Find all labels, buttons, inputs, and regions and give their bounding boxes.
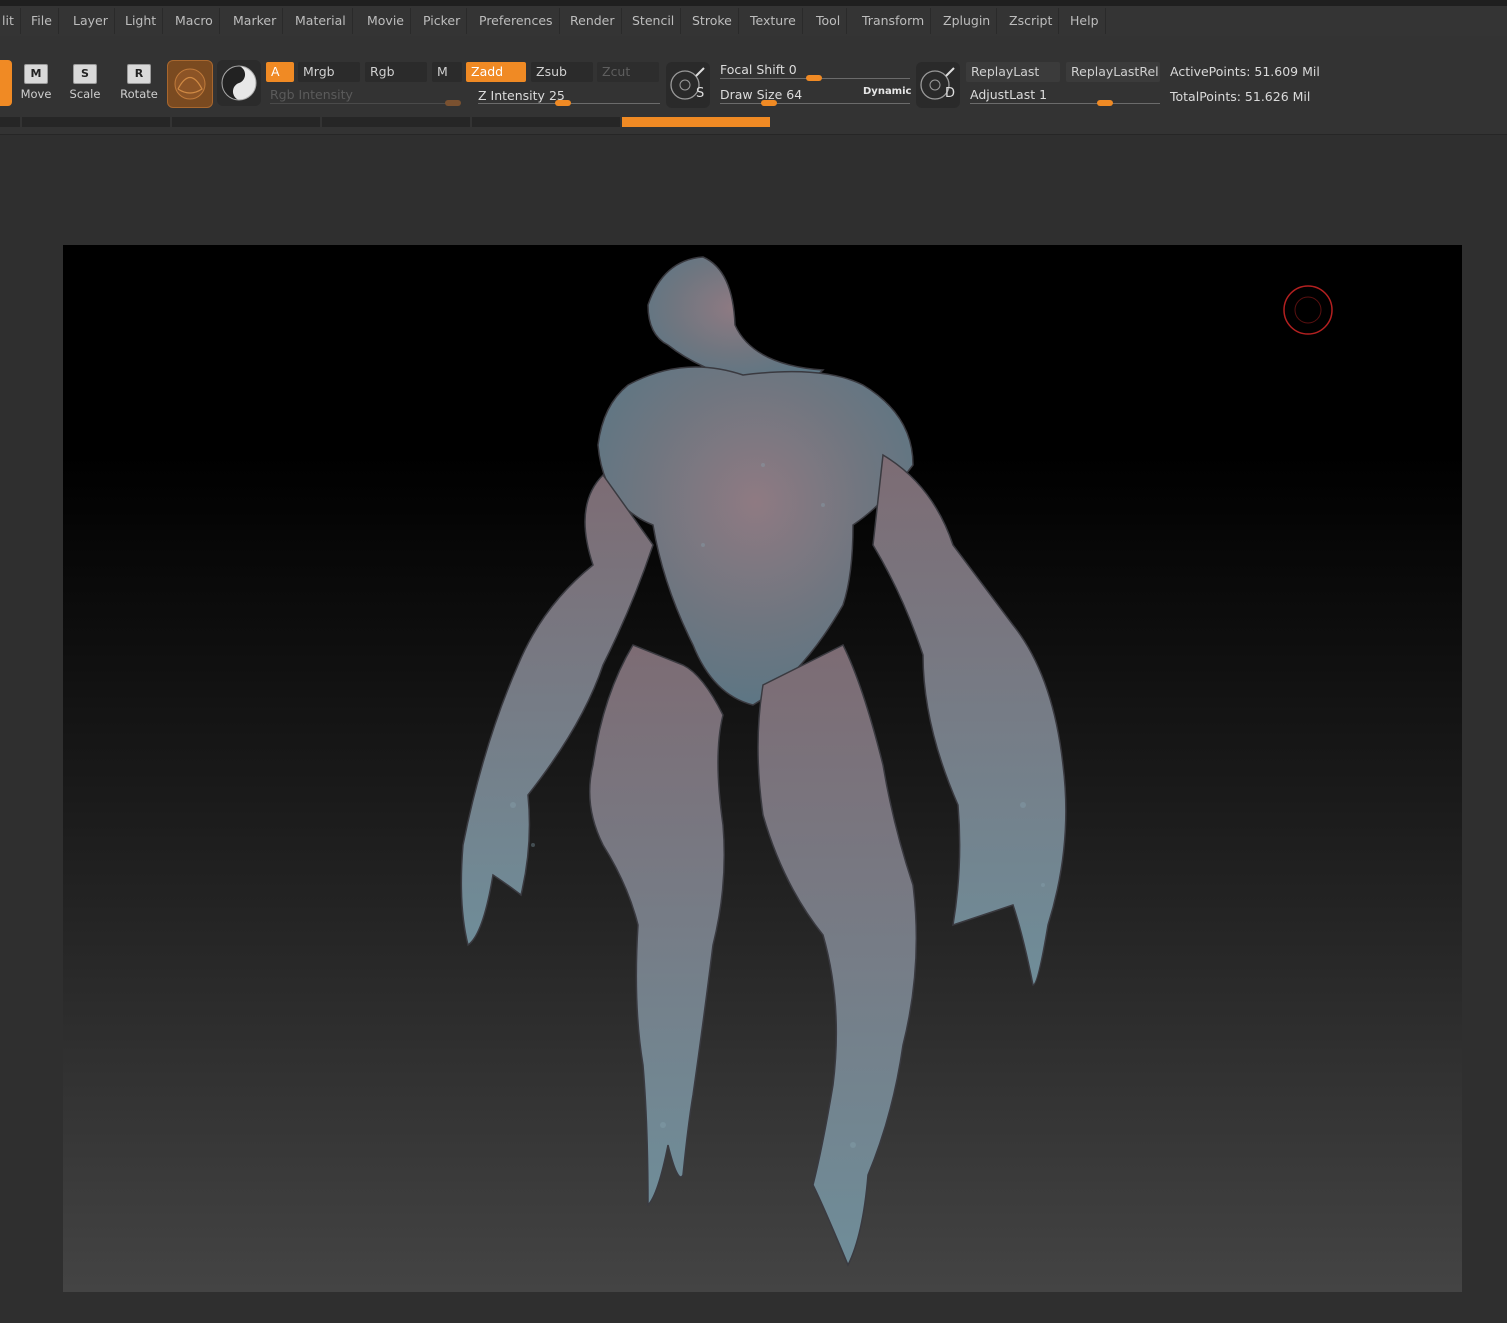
tray-segment[interactable]: [22, 117, 170, 127]
tray-segment[interactable]: [322, 117, 470, 127]
replay-last-button[interactable]: ReplayLast: [966, 62, 1060, 82]
sculpt-model: [460, 256, 1333, 1267]
menu-stencil[interactable]: Stencil: [626, 8, 682, 34]
brush-sphere-icon: [221, 65, 257, 101]
m-toggle[interactable]: M: [432, 62, 462, 82]
material-button[interactable]: [167, 60, 213, 108]
menu-tool[interactable]: Tool: [810, 8, 848, 34]
stroke-d-letter: D: [945, 86, 956, 101]
move-button[interactable]: M Move: [14, 60, 58, 106]
rgb-intensity-label: Rgb Intensity: [270, 87, 353, 102]
document-canvas[interactable]: [63, 245, 1462, 1292]
menu-light[interactable]: Light: [119, 8, 164, 34]
rgb-intensity-knob[interactable]: [445, 100, 461, 106]
menu-help[interactable]: Help: [1064, 8, 1106, 34]
focal-shift-label: Focal Shift 0: [720, 62, 797, 77]
menu-movie[interactable]: Movie: [361, 8, 411, 34]
menu-zplugin[interactable]: Zplugin: [937, 8, 998, 34]
draw-size-track[interactable]: [720, 103, 910, 104]
menu-preferences[interactable]: Preferences: [473, 8, 560, 34]
lazy-mouse-d-button[interactable]: D: [916, 62, 960, 108]
tray-segment[interactable]: [0, 117, 20, 127]
menu-file[interactable]: File: [25, 8, 59, 34]
adjust-last-label: AdjustLast 1: [970, 87, 1048, 102]
menu-render[interactable]: Render: [564, 8, 622, 34]
brush-cursor-icon: [1283, 285, 1333, 335]
adjust-last-value: 1: [1039, 87, 1048, 102]
menu-zscript[interactable]: Zscript: [1003, 8, 1060, 34]
rotate-label: Rotate: [120, 87, 158, 101]
adjust-last-knob[interactable]: [1097, 100, 1113, 106]
mrgb-toggle[interactable]: Mrgb: [298, 62, 360, 82]
tray-segment-active[interactable]: [622, 117, 770, 127]
draw-size-value: 64: [786, 87, 803, 102]
adjust-last-track[interactable]: [970, 103, 1160, 104]
z-intensity-label: Z Intensity 25: [478, 88, 565, 103]
draw-mode-button[interactable]: [0, 60, 12, 106]
material-sphere-icon: [174, 68, 206, 100]
dynamic-toggle[interactable]: Dynamic: [863, 86, 911, 97]
zsub-toggle[interactable]: Zsub: [531, 62, 593, 82]
move-icon: M: [24, 64, 48, 84]
total-points-readout: TotalPoints: 51.626 Mil: [1170, 89, 1311, 104]
zcut-toggle[interactable]: Zcut: [597, 62, 659, 82]
focal-shift-knob[interactable]: [806, 75, 822, 81]
rotate-button[interactable]: R Rotate: [117, 60, 161, 106]
tray-segment[interactable]: [472, 117, 620, 127]
lazy-mouse-s-button[interactable]: S: [666, 62, 710, 108]
scale-icon: S: [73, 64, 97, 84]
z-intensity-knob[interactable]: [555, 100, 571, 106]
menu-macro[interactable]: Macro: [169, 8, 220, 34]
scale-button[interactable]: S Scale: [63, 60, 107, 106]
rotate-icon: R: [127, 64, 151, 84]
move-label: Move: [20, 87, 52, 101]
focal-shift-value: 0: [788, 62, 797, 77]
menu-layer[interactable]: Layer: [67, 8, 115, 34]
menu-transform[interactable]: Transform: [856, 8, 932, 34]
active-points-readout: ActivePoints: 51.609 Mil: [1170, 64, 1320, 79]
draw-size-knob[interactable]: [761, 100, 777, 106]
menu-material[interactable]: Material: [289, 8, 353, 34]
tray-segment[interactable]: [172, 117, 320, 127]
a-toggle[interactable]: A: [266, 62, 294, 82]
rgb-intensity-track[interactable]: [270, 103, 460, 104]
replay-last-rel-button[interactable]: ReplayLastRel: [1066, 62, 1160, 82]
stroke-s-letter: S: [696, 86, 705, 101]
menu-stroke[interactable]: Stroke: [686, 8, 739, 34]
menu-picker[interactable]: Picker: [417, 8, 468, 34]
scale-label: Scale: [69, 87, 101, 101]
menu-texture[interactable]: Texture: [744, 8, 803, 34]
brush-button[interactable]: [217, 60, 261, 106]
zadd-toggle[interactable]: Zadd: [466, 62, 526, 82]
rgb-toggle[interactable]: Rgb: [365, 62, 427, 82]
menu-marker[interactable]: Marker: [227, 8, 284, 34]
menu-bar: lit File Layer Light Macro Marker Materi…: [0, 6, 1507, 36]
menu-edit[interactable]: lit: [0, 8, 21, 34]
